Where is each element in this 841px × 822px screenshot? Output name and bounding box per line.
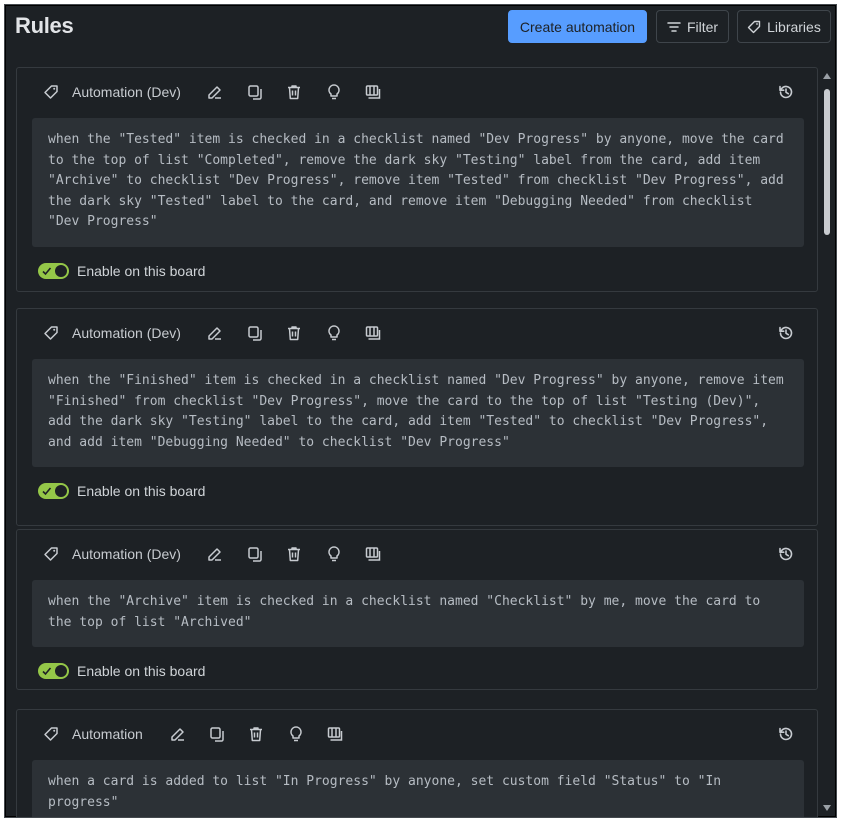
enable-toggle-label: Enable on this board [77, 263, 206, 279]
tag-icon [44, 727, 58, 741]
rule-card: Automation when a card is added to list … [16, 709, 818, 817]
edit-icon[interactable] [206, 324, 224, 342]
lightbulb-icon[interactable] [325, 324, 343, 342]
toggle-knob [55, 485, 67, 497]
lightbulb-icon[interactable] [287, 725, 305, 743]
tag-icon [44, 547, 58, 561]
toggle-knob [55, 265, 67, 277]
rule-description: when the "Finished" item is checked in a… [32, 359, 804, 467]
check-icon [42, 667, 52, 676]
header: Rules Create automation Filter Libraries [5, 5, 836, 51]
tag-icon [44, 85, 58, 99]
create-automation-label: Create automation [519, 18, 636, 35]
rule-card: Automation (Dev) when the "Finished" ite… [16, 308, 818, 526]
filter-label: Filter [686, 18, 719, 35]
rule-header: Automation (Dev) [17, 68, 817, 118]
edit-icon[interactable] [206, 545, 224, 563]
trash-icon[interactable] [285, 324, 303, 342]
enable-toggle[interactable] [38, 483, 69, 499]
history-icon[interactable] [777, 725, 795, 743]
copy-icon[interactable] [246, 324, 264, 342]
copy-icon[interactable] [208, 725, 226, 743]
edit-icon[interactable] [206, 83, 224, 101]
enable-toggle[interactable] [38, 263, 69, 279]
scroll-down-arrow-icon[interactable] [823, 805, 831, 811]
lightbulb-icon[interactable] [325, 545, 343, 563]
scroll-thumb[interactable] [824, 89, 830, 235]
enable-toggle-label: Enable on this board [77, 663, 206, 679]
rule-name: Automation (Dev) [72, 325, 181, 341]
tag-icon [44, 326, 58, 340]
scrollbar[interactable] [822, 69, 832, 813]
board-icon[interactable] [364, 83, 382, 101]
rule-header: Automation (Dev) [17, 309, 817, 359]
toggle-knob [55, 665, 67, 677]
rule-description: when a card is added to list "In Progres… [32, 760, 804, 817]
edit-icon[interactable] [169, 725, 187, 743]
enable-toggle-row: Enable on this board [38, 261, 205, 281]
libraries-button[interactable]: Libraries [737, 10, 831, 43]
enable-toggle-row: Enable on this board [38, 481, 205, 501]
rule-name: Automation (Dev) [72, 84, 181, 100]
rule-name: Automation [72, 726, 143, 742]
history-icon[interactable] [777, 545, 795, 563]
rule-header: Automation (Dev) [17, 530, 817, 580]
board-icon[interactable] [364, 324, 382, 342]
trash-icon[interactable] [247, 725, 265, 743]
rules-list[interactable]: Automation (Dev) when the "Tested" item … [13, 67, 818, 817]
page-title: Rules [15, 13, 74, 38]
history-icon[interactable] [777, 324, 795, 342]
enable-toggle[interactable] [38, 663, 69, 679]
enable-toggle-label: Enable on this board [77, 483, 206, 499]
rule-card: Automation (Dev) when the "Archive" item… [16, 529, 818, 690]
trash-icon[interactable] [285, 545, 303, 563]
history-icon[interactable] [777, 83, 795, 101]
tag-icon [747, 20, 761, 33]
filter-icon [667, 21, 681, 32]
scroll-up-arrow-icon[interactable] [823, 73, 831, 79]
check-icon [42, 267, 52, 276]
rules-panel: Rules Create automation Filter Libraries… [4, 4, 837, 818]
board-icon[interactable] [364, 545, 382, 563]
copy-icon[interactable] [246, 545, 264, 563]
enable-toggle-row: Enable on this board [38, 661, 205, 681]
check-icon [42, 487, 52, 496]
rule-header: Automation [17, 710, 817, 760]
rule-description: when the "Archive" item is checked in a … [32, 580, 804, 647]
copy-icon[interactable] [246, 83, 264, 101]
lightbulb-icon[interactable] [325, 83, 343, 101]
filter-button[interactable]: Filter [656, 10, 729, 43]
create-automation-button[interactable]: Create automation [508, 10, 647, 43]
trash-icon[interactable] [285, 83, 303, 101]
rule-card: Automation (Dev) when the "Tested" item … [16, 67, 818, 292]
libraries-label: Libraries [767, 18, 821, 35]
rule-name: Automation (Dev) [72, 546, 181, 562]
board-icon[interactable] [326, 725, 344, 743]
rule-description: when the "Tested" item is checked in a c… [32, 118, 804, 247]
